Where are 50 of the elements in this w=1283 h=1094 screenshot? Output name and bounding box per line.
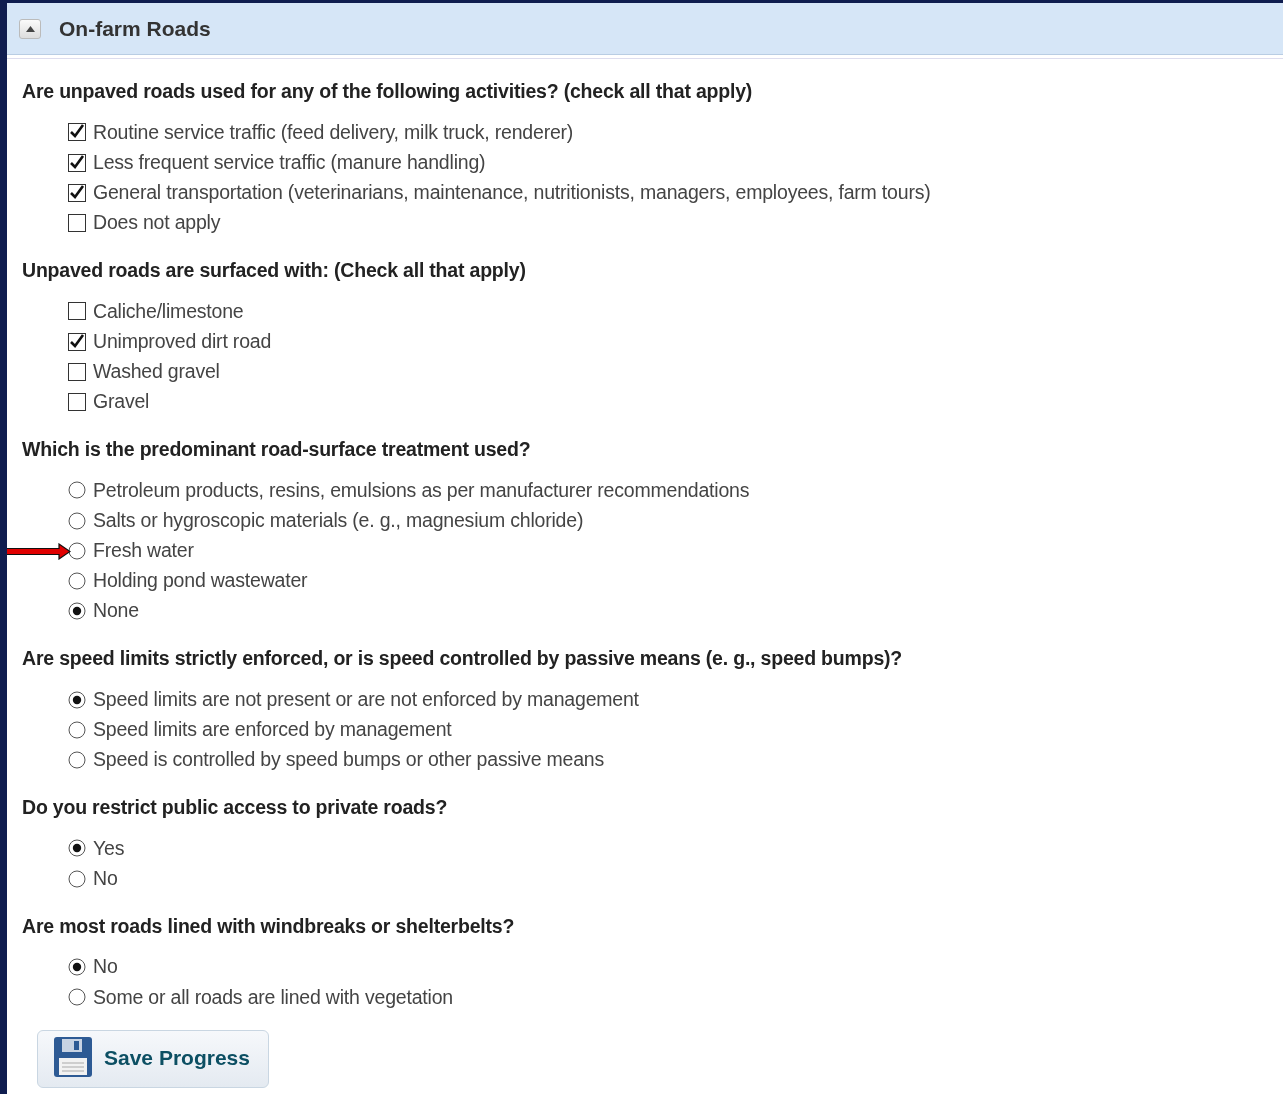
question-text: Which is the predominant road-surface treatment used? [22, 437, 532, 462]
checkbox[interactable] [68, 392, 86, 411]
option-label: Speed is controlled by speed bumps or other passive means [93, 747, 605, 773]
question-text: Are unpaved roads used for any of the following activities? (check all that apply) [22, 79, 754, 104]
option-label: Speed limits are not present or are not enforced by management [93, 686, 639, 712]
option-label: Unimproved dirt road [93, 328, 272, 354]
section-title: On-farm Roads [59, 15, 211, 42]
option-label: Routine service traffic (feed delivery, milk truck, renderer) [93, 119, 574, 145]
radio-button[interactable] [68, 602, 86, 621]
option-label: Does not apply [93, 210, 221, 236]
checkbox[interactable] [68, 362, 86, 381]
option-label: Caliche/limestone [93, 298, 244, 324]
radio-button[interactable] [68, 541, 86, 560]
option-label: None [93, 598, 139, 624]
radio-button[interactable] [68, 571, 86, 590]
option-label: Gravel [93, 389, 150, 415]
question-text: Do you restrict public access to private roads? [22, 795, 449, 820]
radio-button[interactable] [68, 750, 86, 769]
option-label: Yes [93, 835, 125, 861]
option-label: Some or all roads are lined with vegetation [93, 984, 453, 1010]
option-label: No [93, 954, 118, 980]
option-label: Fresh water [93, 538, 194, 564]
radio-button[interactable] [68, 690, 86, 709]
checkbox[interactable] [68, 302, 86, 321]
option-label: Less frequent service traffic (manure handling) [93, 149, 486, 175]
checkbox[interactable] [68, 153, 86, 172]
option-label: Petroleum products, resins, emulsions as per manufacturer recommendations [93, 477, 750, 503]
option-label: No [93, 865, 118, 891]
triangle-up-icon [25, 25, 35, 32]
checkbox[interactable] [68, 213, 86, 232]
question-text: Are speed limits strictly enforced, or is speed controlled by passive means (e. g., speed bumps)? [22, 646, 904, 672]
checkbox[interactable] [68, 123, 86, 142]
option-label: Speed limits are enforced by management [93, 717, 452, 743]
collapse-toggle[interactable] [19, 18, 41, 39]
option-label: Salts or hygroscopic materials (e. g., magnesium chloride) [93, 507, 584, 533]
radio-button[interactable] [68, 720, 86, 739]
option-label: Washed gravel [93, 359, 220, 385]
radio-button[interactable] [68, 957, 86, 976]
radio-button[interactable] [68, 988, 86, 1007]
radio-button[interactable] [68, 511, 86, 530]
radio-button[interactable] [68, 839, 86, 858]
radio-button[interactable] [68, 481, 86, 500]
question-text: Unpaved roads are surfaced with: (Check all that apply) [22, 258, 527, 283]
save-progress-button[interactable]: Save Progress [37, 1030, 269, 1089]
option-label: Holding pond wastewater [93, 568, 308, 594]
radio-button[interactable] [68, 869, 86, 888]
checkbox[interactable] [68, 183, 86, 202]
question-text: Are most roads lined with windbreaks or shelterbelts? [22, 913, 516, 939]
checkbox[interactable] [68, 332, 86, 351]
option-label: General transportation (veterinarians, maintenance, nutritionists, managers, employees, farm tours) [93, 180, 931, 206]
